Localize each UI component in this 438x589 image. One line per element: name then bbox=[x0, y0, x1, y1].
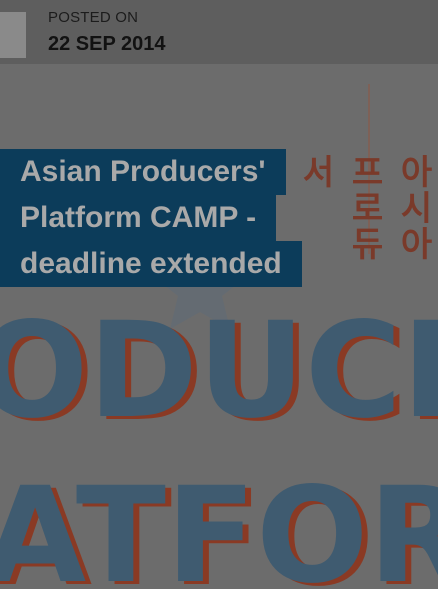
meta-accent-block bbox=[0, 12, 26, 58]
poster-row2: ATFOR bbox=[0, 459, 438, 589]
headline-line-1[interactable]: Asian Producers' bbox=[0, 149, 286, 195]
featured-image[interactable]: ODUCE ODUCE ATFOR ATFOR 아시아 프로듀서 Asian P… bbox=[0, 64, 438, 589]
post-date: 22 SEP 2014 bbox=[48, 33, 166, 55]
headline-line-2[interactable]: Platform CAMP - bbox=[0, 195, 277, 241]
posted-on-label: POSTED ON bbox=[48, 9, 139, 26]
poster-artwork: ODUCE ODUCE ATFOR ATFOR bbox=[0, 84, 438, 589]
poster-korean-text: 아시아 프로듀서 bbox=[295, 154, 433, 262]
headline-line-3[interactable]: deadline extended bbox=[0, 241, 302, 287]
poster-row1: ODUCE bbox=[0, 294, 438, 448]
post-headline[interactable]: Asian Producers' Platform CAMP - deadlin… bbox=[0, 149, 340, 287]
post-meta-bar: POSTED ON 22 SEP 2014 bbox=[0, 0, 438, 64]
